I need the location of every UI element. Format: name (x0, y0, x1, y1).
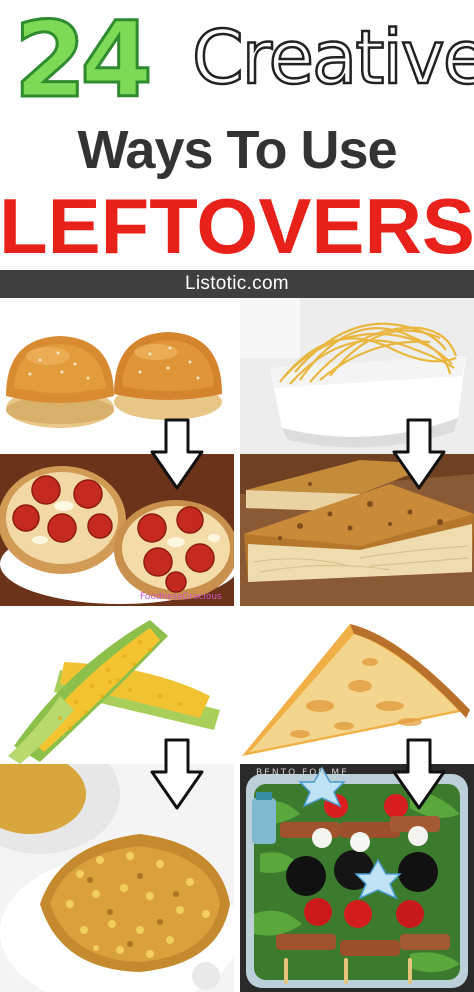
down-arrow-icon (150, 738, 204, 810)
down-arrow-icon (392, 418, 446, 490)
title-leftovers: LEFTOVERS (0, 182, 474, 270)
title-first-line: 24 Creative (0, 0, 474, 121)
down-arrow-icon (392, 738, 446, 810)
site-name: Listotic.com (185, 273, 289, 294)
watermark-bento: BENTO FOR ME (256, 768, 349, 778)
watermark-foodness: FoodnessGracious (140, 592, 222, 602)
title-ways-to-use: Ways To Use (77, 120, 397, 180)
title-number: 24 (13, 0, 155, 121)
down-arrow-icon (150, 418, 204, 490)
title-creative: Creative (191, 15, 474, 101)
site-banner: Listotic.com (0, 270, 474, 298)
